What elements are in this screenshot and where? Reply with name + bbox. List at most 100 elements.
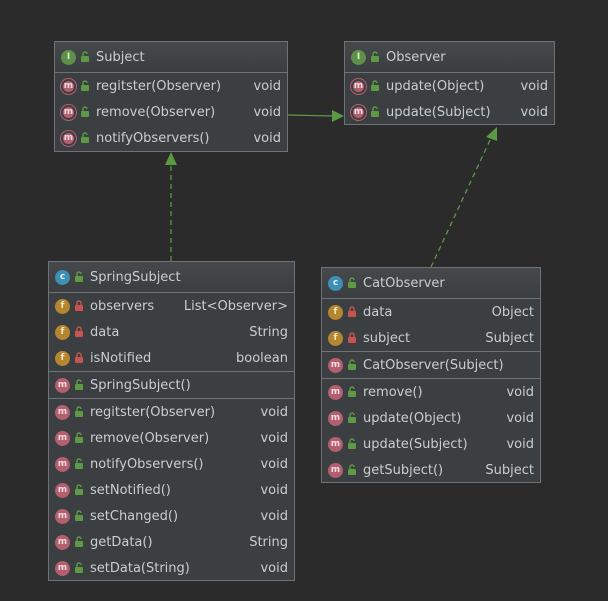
constructor-row[interactable]: m CatObserver(Subject) [322,352,540,378]
subject-methods-section: m regitster(Observer) void m remove(Obse… [55,73,287,151]
public-lock-icon [75,510,83,521]
catobserver-constructors-section: m CatObserver(Subject) [322,352,540,379]
method-name: remove(Observer) [96,104,216,120]
interface-icon: I [351,49,366,65]
observer-interface-box[interactable]: I Observer m update(Object) void m updat… [344,41,555,125]
catobserver-fields-section: f data Object f subject Subject [322,299,540,352]
field-type: String [249,324,288,340]
method-name: update(Object) [386,78,485,94]
method-name: remove() [363,384,423,400]
public-lock-icon [75,562,83,573]
catobserver-header[interactable]: c CatObserver [322,268,540,299]
method-row[interactable]: m regitster(Observer) void [55,73,287,99]
private-lock-icon [348,306,356,317]
method-icon: m [55,430,70,446]
method-row[interactable]: m regitster(Observer) void [49,399,294,425]
public-lock-icon [81,80,89,91]
method-return-type: void [520,78,548,94]
method-icon: m [328,462,343,478]
association-arrowhead [332,110,344,122]
field-name: data [363,304,393,320]
springsubject-methods-section: m regitster(Observer) void m remove(Obse… [49,399,294,580]
method-return-type: void [260,482,288,498]
field-type: Subject [485,330,534,346]
method-icon: m [55,456,70,472]
field-name: isNotified [90,350,152,366]
private-lock-icon [75,300,83,311]
public-lock-icon [348,438,356,449]
method-row[interactable]: m notifyObservers() void [55,125,287,151]
public-lock-icon [371,80,379,91]
method-icon: m [55,534,70,550]
method-name: update(Subject) [363,436,468,452]
method-row[interactable]: m setChanged() void [49,503,294,529]
realization-arrowhead-observer [486,127,497,141]
association-line-subject-observer[interactable] [287,114,334,117]
method-icon: m [55,560,70,576]
method-row[interactable]: m remove() void [322,379,540,405]
method-icon: m [55,482,70,498]
realization-line-catobserver-observer[interactable] [430,137,492,268]
method-row[interactable]: m update(Subject) void [322,431,540,457]
public-lock-icon [75,536,83,547]
method-return-type: void [253,130,281,146]
method-name: getSubject() [363,462,444,478]
method-row[interactable]: m setData(String) void [49,555,294,580]
method-return-type: void [506,436,534,452]
field-row[interactable]: f data String [49,319,294,345]
method-row[interactable]: m update(Object) void [345,73,554,99]
method-name: remove(Observer) [90,430,210,446]
abstract-method-icon: m [61,78,76,94]
public-lock-icon [348,386,356,397]
field-row[interactable]: f subject Subject [322,325,540,351]
catobserver-class-box[interactable]: c CatObserver f data Object f subject Su… [321,267,541,483]
method-return-type: void [260,430,288,446]
method-name: update(Object) [363,410,462,426]
method-name: regitster(Observer) [96,78,222,94]
method-row[interactable]: m update(Object) void [322,405,540,431]
observer-methods-section: m update(Object) void m update(Subject) … [345,73,554,124]
method-row[interactable]: m notifyObservers() void [49,451,294,477]
field-row[interactable]: f observers List<Observer> [49,293,294,319]
field-type: boolean [236,350,288,366]
method-name: notifyObservers() [96,130,210,146]
method-row[interactable]: m update(Subject) void [345,99,554,124]
observer-class-name: Observer [386,49,446,65]
field-name: observers [90,298,155,314]
method-icon: m [328,410,343,426]
method-row[interactable]: m setNotified() void [49,477,294,503]
method-name: notifyObservers() [90,456,204,472]
method-return-type: void [260,560,288,576]
method-icon: m [328,436,343,452]
method-return-type: void [520,104,548,120]
public-lock-icon [81,132,89,143]
method-icon: m [55,404,70,420]
class-icon: c [328,275,343,291]
springsubject-header[interactable]: c SpringSubject [49,262,294,293]
springsubject-class-name: SpringSubject [90,269,181,285]
realization-arrowhead-subject [165,152,177,165]
method-row[interactable]: m remove(Observer) void [55,99,287,125]
observer-header[interactable]: I Observer [345,42,554,73]
field-row[interactable]: f isNotified boolean [49,345,294,371]
method-icon: m [55,377,70,393]
subject-interface-box[interactable]: I Subject m regitster(Observer) void m r… [54,41,288,152]
method-row[interactable]: m getSubject() Subject [322,457,540,482]
abstract-method-icon: m [351,104,366,120]
method-name: setChanged() [90,508,179,524]
method-icon: m [328,357,343,373]
field-icon: f [328,330,343,346]
class-icon: c [55,269,70,285]
field-row[interactable]: f data Object [322,299,540,325]
method-row[interactable]: m getData() String [49,529,294,555]
constructor-row[interactable]: m SpringSubject() [49,372,294,398]
public-lock-icon [348,359,356,370]
abstract-method-icon: m [61,104,76,120]
subject-header[interactable]: I Subject [55,42,287,73]
abstract-method-icon: m [351,78,366,94]
private-lock-icon [75,352,83,363]
method-row[interactable]: m remove(Observer) void [49,425,294,451]
private-lock-icon [348,332,356,343]
springsubject-class-box[interactable]: c SpringSubject f observers List<Observe… [48,261,295,581]
method-return-type: String [249,534,288,550]
